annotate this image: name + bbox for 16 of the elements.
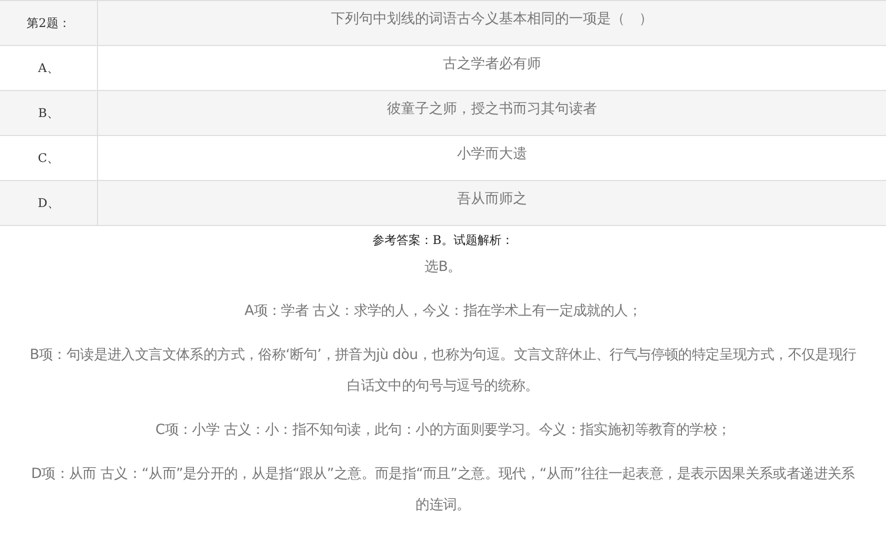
explanation-paragraph: A项：学者 古义：求学的人，今义：指在学术上有一定成就的人； bbox=[243, 302, 643, 321]
question-number: 第2题： bbox=[26, 15, 70, 32]
explanation-paragraph: D项：从而 古义：“从而”是分开的，从是指“跟从”之意。而是指“而且”之意。现代，“从而”往往一起表意，是表示因果关系或者递进关系的连词。 bbox=[30, 465, 856, 515]
option-label: C、 bbox=[38, 150, 60, 167]
option-text: 小学而大遗 bbox=[457, 145, 527, 164]
option-label: A、 bbox=[38, 60, 59, 77]
question-text: 下列句中划线的词语古今义基本相同的一项是（ ） bbox=[331, 10, 653, 29]
explanation-paragraph: C项：小学 古义：小：指不知句读，此句：小的方面则要学习。今义：指实施初等教育的学校； bbox=[154, 421, 732, 440]
option-text: 吾从而师之 bbox=[457, 190, 527, 209]
option-label: B、 bbox=[38, 105, 59, 122]
option-text: 彼童子之师，授之书而习其句读者 bbox=[387, 100, 597, 119]
option-label: D、 bbox=[38, 195, 60, 212]
explanation-paragraph: 选B。 bbox=[424, 258, 462, 277]
answer-heading: 参考答案：B。试题解析： bbox=[372, 232, 514, 249]
explanation-paragraph: B项：句读是进入文言文体系的方式，俗称‘断句’，拼音为jù dòu，也称为句逗。文言文辞休止、行气与停顿的特定呈现方式，不仅是现行白话文中的句号与逗号的统称。 bbox=[28, 346, 858, 396]
option-text: 古之学者必有师 bbox=[443, 55, 541, 74]
